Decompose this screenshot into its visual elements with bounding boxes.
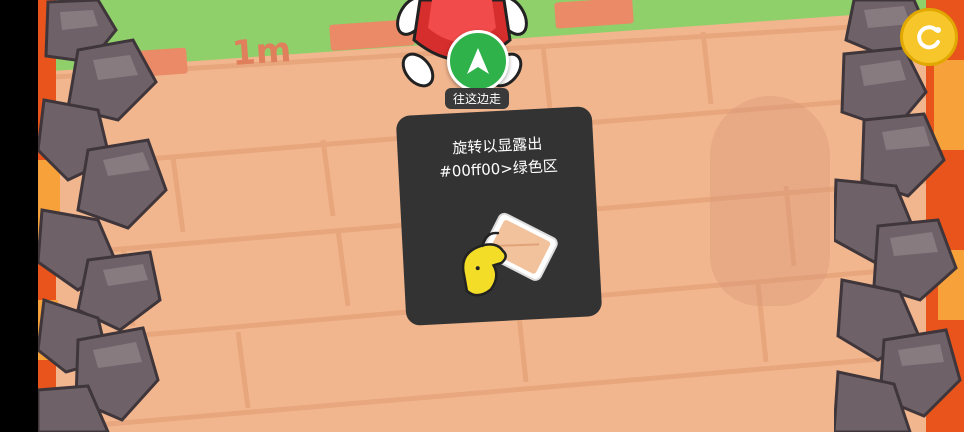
- swirl-icon: [917, 25, 941, 50]
- direction-hint-label: 往这边走: [445, 88, 510, 109]
- distance-marker-label: 1m: [230, 29, 293, 75]
- game-stage[interactable]: 1m 往这边走 旋转以显露出 #00ff00>绿色区: [0, 0, 964, 432]
- rotate-phone-illustration: [461, 212, 558, 297]
- hint-shadow: [710, 96, 830, 306]
- screen-edge: [0, 0, 38, 432]
- arrow-up-icon: [467, 48, 489, 74]
- direction-button[interactable]: [447, 30, 509, 92]
- restart-button[interactable]: [900, 8, 958, 66]
- right-rock-wall: [834, 0, 964, 432]
- tip-text: 旋转以显露出 #00ff00>绿色区: [417, 131, 579, 185]
- rotate-tip-card: 旋转以显露出 #00ff00>绿色区: [395, 106, 603, 326]
- left-rock-wall: [38, 0, 168, 432]
